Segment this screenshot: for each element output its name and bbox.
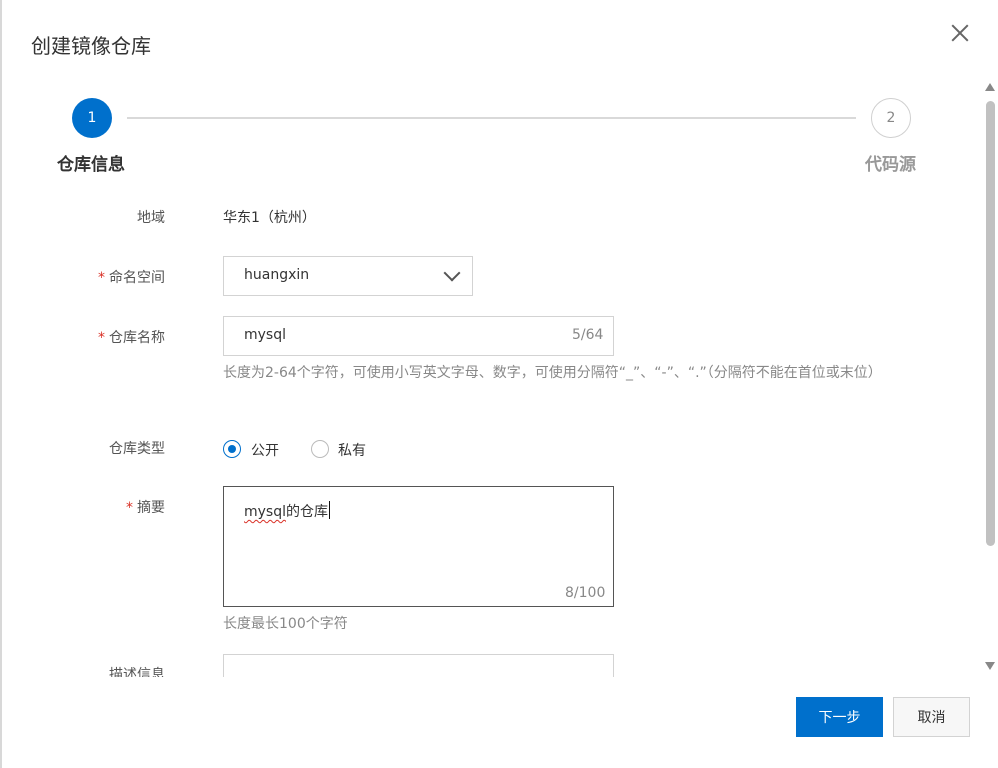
next-button[interactable]: 下一步 bbox=[796, 697, 883, 737]
radio-private-label[interactable]: 私有 bbox=[338, 440, 366, 460]
dialog-left-border bbox=[0, 0, 2, 768]
repo-name-counter: 5/64 bbox=[572, 327, 604, 343]
summary-misspelled-word: mysql bbox=[244, 504, 286, 520]
required-mark: * bbox=[98, 270, 105, 286]
repo-name-label: * 仓库名称 bbox=[98, 330, 165, 346]
stepper-connector bbox=[127, 117, 856, 119]
text-cursor bbox=[329, 501, 330, 519]
summary-text-rest: 的仓库 bbox=[286, 504, 328, 520]
scrollbar-thumb[interactable] bbox=[986, 101, 995, 546]
radio-public-label[interactable]: 公开 bbox=[251, 440, 279, 460]
scroll-down-arrow-icon[interactable] bbox=[985, 662, 995, 670]
region-value: 华东1（杭州） bbox=[223, 210, 316, 226]
close-icon[interactable] bbox=[946, 20, 974, 48]
summary-textarea-value: mysql的仓库 bbox=[244, 501, 330, 521]
namespace-select-value: huangxin bbox=[244, 267, 310, 283]
required-mark: * bbox=[98, 330, 105, 346]
radio-private[interactable] bbox=[311, 440, 329, 458]
required-mark: * bbox=[126, 500, 133, 516]
summary-counter: 8/100 bbox=[565, 585, 606, 601]
dialog-title: 创建镜像仓库 bbox=[31, 34, 151, 58]
radio-public[interactable] bbox=[223, 440, 241, 458]
repo-type-label: 仓库类型 bbox=[109, 441, 165, 457]
summary-label: * 摘要 bbox=[126, 500, 165, 516]
summary-hint: 长度最长100个字符 bbox=[223, 616, 348, 632]
namespace-label: * 命名空间 bbox=[98, 270, 165, 286]
scroll-up-arrow-icon[interactable] bbox=[985, 83, 995, 91]
region-label: 地域 bbox=[137, 210, 165, 226]
step-1-circle: 1 bbox=[72, 98, 112, 138]
repo-name-hint: 长度为2-64个字符，可使用小写英文字母、数字，可使用分隔符“_”、“-”、“.… bbox=[223, 365, 882, 381]
repo-name-input-value: mysql bbox=[244, 327, 286, 343]
cancel-button[interactable]: 取消 bbox=[893, 697, 970, 737]
step-2-circle: 2 bbox=[871, 98, 911, 138]
step-2-label: 代码源 bbox=[865, 155, 916, 175]
step-1-label: 仓库信息 bbox=[57, 155, 125, 175]
